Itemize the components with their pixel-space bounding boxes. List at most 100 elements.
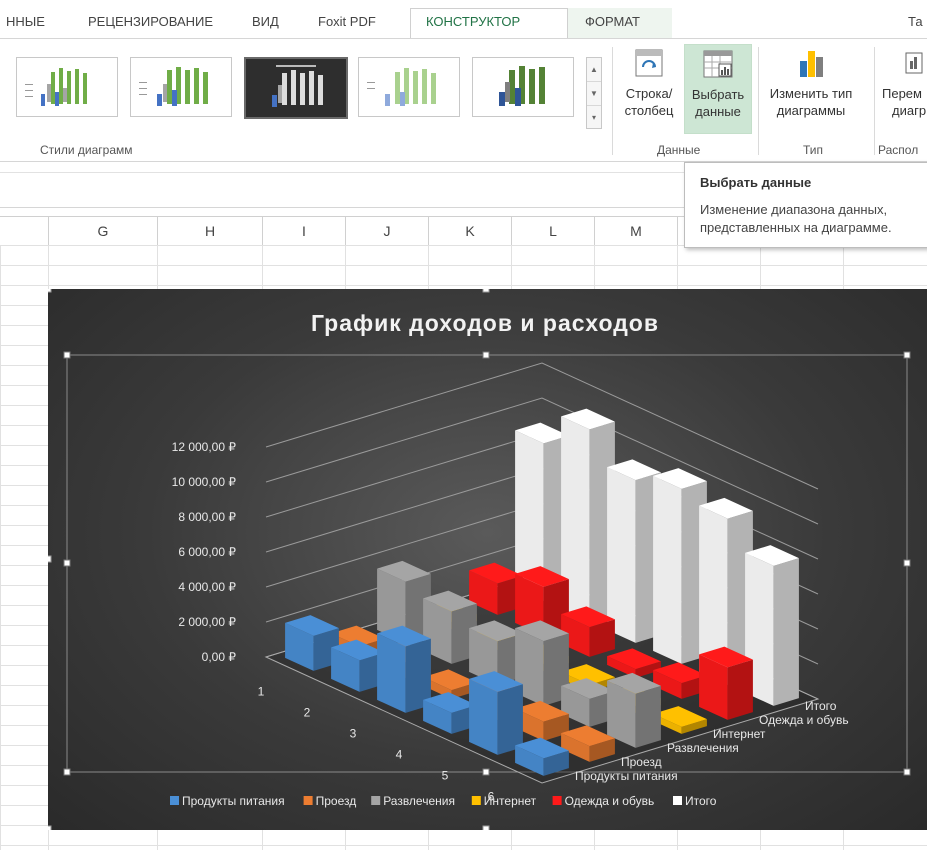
gallery-more-icon[interactable]: ▾ bbox=[587, 106, 601, 129]
legend-swatch bbox=[673, 796, 682, 805]
chart-resize-handle[interactable] bbox=[48, 289, 52, 293]
change-type-label-2: диаграммы bbox=[776, 103, 846, 118]
bar-side-face bbox=[635, 685, 661, 748]
bar[interactable] bbox=[515, 620, 569, 706]
legend-item[interactable]: Развлечения bbox=[371, 794, 455, 808]
y-tick-label: 8 000,00 ₽ bbox=[178, 510, 236, 524]
move-chart-button[interactable]: Перем диагр bbox=[878, 47, 927, 119]
tab-data[interactable]: ННЫЕ bbox=[6, 14, 45, 29]
location-group-label: Распол bbox=[878, 143, 919, 157]
bar[interactable] bbox=[699, 646, 753, 720]
switch-row-column-label-1: Строка/ bbox=[625, 86, 673, 101]
legend-label: Итого bbox=[685, 794, 717, 808]
bar[interactable] bbox=[423, 590, 477, 664]
chart-resize-handle[interactable] bbox=[482, 825, 490, 830]
tab-foxit[interactable]: Foxit PDF bbox=[318, 14, 376, 29]
chart-svg: График доходов и расходов 0,00 ₽ 2 000,00… bbox=[48, 289, 911, 830]
x-tick-label: 4 bbox=[396, 748, 403, 762]
move-chart-label-1: Перем bbox=[882, 86, 922, 101]
legend-label: Развлечения bbox=[383, 794, 455, 808]
bar-front-face bbox=[469, 678, 498, 755]
gallery-up-icon[interactable]: ▲ bbox=[587, 58, 601, 82]
chart-title[interactable]: График доходов и расходов bbox=[311, 310, 659, 336]
legend-item[interactable]: Одежда и обувь bbox=[552, 794, 655, 808]
legend-item[interactable]: Итого bbox=[673, 794, 717, 808]
x-tick-label: 5 bbox=[442, 769, 449, 783]
legend-label: Продукты питания bbox=[182, 794, 285, 808]
legend-label: Интернет bbox=[484, 794, 537, 808]
select-data-label-2: данные bbox=[695, 104, 741, 119]
tooltip-title: Выбрать данные bbox=[700, 175, 812, 190]
chart-area[interactable]: График доходов и расходов 0,00 ₽ 2 000,00… bbox=[48, 289, 927, 830]
bar[interactable] bbox=[377, 625, 431, 713]
column-header-m[interactable]: M bbox=[594, 217, 677, 245]
tab-review[interactable]: РЕЦЕНЗИРОВАНИЕ bbox=[88, 14, 213, 29]
column-header-j[interactable]: J bbox=[345, 217, 428, 245]
bar-front-face bbox=[607, 467, 636, 643]
chart-style-3-selected[interactable] bbox=[244, 57, 348, 119]
legend-item[interactable]: Интернет bbox=[471, 794, 537, 808]
series-axis-label: Развлечения bbox=[667, 741, 739, 755]
chart-resize-handle[interactable] bbox=[482, 289, 490, 293]
bar[interactable] bbox=[469, 671, 523, 755]
data-group-label: Данные bbox=[657, 143, 701, 157]
select-data-tooltip: Выбрать данные Изменение диапазона данны… bbox=[684, 162, 927, 248]
legend-swatch bbox=[552, 796, 562, 805]
tooltip-line-1: Изменение диапазона данных, bbox=[700, 202, 888, 217]
y-tick-label: 6 000,00 ₽ bbox=[178, 545, 236, 559]
select-data-icon bbox=[702, 48, 734, 80]
resize-handle[interactable] bbox=[482, 768, 490, 776]
thumb-chart-icon bbox=[499, 66, 545, 106]
bar[interactable] bbox=[561, 408, 615, 622]
resize-handle[interactable] bbox=[482, 351, 490, 359]
chart-style-2[interactable] bbox=[130, 57, 232, 117]
resize-handle[interactable] bbox=[63, 351, 71, 359]
ribbon: ▲ ▼ ▾ Стили диаграмм Строка/ столбец Выб… bbox=[0, 38, 927, 162]
resize-handle[interactable] bbox=[903, 559, 911, 567]
column-header-g[interactable]: G bbox=[48, 217, 157, 245]
move-chart-label-2: диагр bbox=[892, 103, 927, 118]
legend-swatch bbox=[303, 796, 313, 805]
legend-item[interactable]: Проезд bbox=[303, 794, 357, 808]
select-data-button[interactable]: Выбрать данные bbox=[684, 44, 752, 134]
resize-handle[interactable] bbox=[63, 559, 71, 567]
column-header-h[interactable]: H bbox=[157, 217, 262, 245]
y-tick-label: 2 000,00 ₽ bbox=[178, 615, 236, 629]
resize-handle[interactable] bbox=[903, 768, 911, 776]
gallery-down-icon[interactable]: ▼ bbox=[587, 82, 601, 106]
move-chart-icon bbox=[900, 47, 927, 79]
column-header-l[interactable]: L bbox=[511, 217, 594, 245]
series-axis-label: Продукты питания bbox=[575, 769, 678, 783]
legend-item[interactable]: Продукты питания bbox=[170, 794, 285, 808]
chart-resize-handle[interactable] bbox=[48, 555, 52, 563]
series-axis-label: Итого bbox=[805, 699, 837, 713]
thumb-chart-icon bbox=[139, 67, 208, 106]
legend-swatch bbox=[471, 796, 481, 805]
bar-front-face bbox=[377, 633, 406, 713]
chart-style-1[interactable] bbox=[16, 57, 118, 117]
column-header-i[interactable]: I bbox=[262, 217, 345, 245]
bar[interactable] bbox=[607, 459, 661, 643]
switch-row-column-icon bbox=[633, 47, 665, 79]
gallery-scroll[interactable]: ▲ ▼ ▾ bbox=[586, 57, 602, 129]
chart-style-4[interactable] bbox=[358, 57, 460, 117]
change-chart-type-button[interactable]: Изменить тип диаграммы bbox=[762, 47, 860, 119]
bar-side-face bbox=[727, 659, 753, 720]
chart-legend[interactable]: Продукты питания Проезд Развлечения Интерне… bbox=[170, 794, 717, 808]
chart-resize-handle[interactable] bbox=[48, 825, 52, 830]
y-tick-label: 10 000,00 ₽ bbox=[172, 475, 237, 489]
resize-handle[interactable] bbox=[903, 351, 911, 359]
x-tick-label: 2 bbox=[304, 706, 311, 720]
column-header-k[interactable]: K bbox=[428, 217, 511, 245]
legend-swatch bbox=[170, 796, 179, 805]
tab-design[interactable]: КОНСТРУКТОР bbox=[426, 14, 520, 29]
bar[interactable] bbox=[653, 468, 707, 664]
tab-view[interactable]: ВИД bbox=[252, 14, 279, 29]
tab-extra[interactable]: Та bbox=[908, 14, 923, 29]
chart-style-5[interactable] bbox=[472, 57, 574, 117]
resize-handle[interactable] bbox=[63, 768, 71, 776]
switch-row-column-button[interactable]: Строка/ столбец bbox=[618, 47, 680, 119]
bar[interactable] bbox=[745, 545, 799, 706]
tab-format[interactable]: ФОРМАТ bbox=[585, 14, 640, 29]
bar[interactable] bbox=[607, 672, 661, 748]
